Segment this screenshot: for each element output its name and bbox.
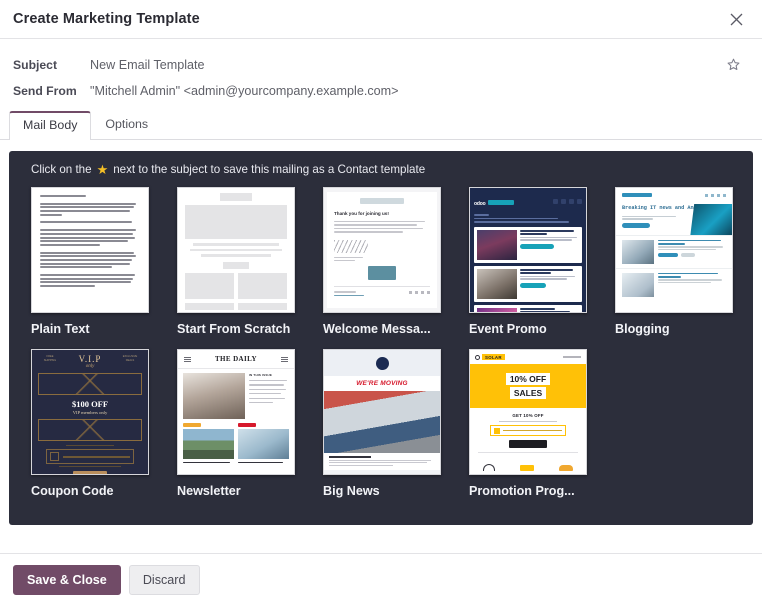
- template-label: Newsletter: [177, 484, 295, 498]
- template-label: Coupon Code: [31, 484, 149, 498]
- template-card-start-from-scratch[interactable]: Start From Scratch: [177, 187, 295, 349]
- favorite-hint: Click on the ★ next to the subject to sa…: [25, 163, 737, 176]
- template-thumbnail[interactable]: [177, 187, 295, 313]
- dialog-footer: Save & Close Discard: [0, 553, 762, 606]
- star-filled-icon: ★: [97, 163, 109, 176]
- template-card-coupon-code[interactable]: FREESHIPPING V.I.P only EXCLUSIVEDEALS $…: [31, 349, 149, 511]
- template-card-plain-text[interactable]: Plain Text: [31, 187, 149, 349]
- create-marketing-template-dialog: Create Marketing Template Subject New Em…: [0, 0, 762, 606]
- scratch-wireframe-preview: [178, 188, 294, 312]
- newsletter-preview: THE DAILY IN THIS ISSUE: [178, 350, 294, 474]
- subject-label: Subject: [13, 58, 81, 72]
- template-thumbnail[interactable]: SOLAR 10% OFF SALES GET 10% OFF: [469, 349, 587, 475]
- template-card-welcome-message[interactable]: Thank you for joining us!: [323, 187, 441, 349]
- template-label: Big News: [323, 484, 441, 498]
- subject-input[interactable]: New Email Template: [81, 58, 205, 72]
- template-label: Promotion Prog...: [469, 484, 587, 498]
- template-grid: Plain Text: [25, 187, 737, 511]
- template-picker: Click on the ★ next to the subject to sa…: [9, 151, 753, 525]
- discard-button[interactable]: Discard: [129, 565, 200, 595]
- template-card-newsletter[interactable]: THE DAILY IN THIS ISSUE: [177, 349, 295, 511]
- mail-body-panel: Click on the ★ next to the subject to sa…: [0, 140, 762, 553]
- tab-bar: Mail Body Options: [0, 110, 762, 140]
- tab-options[interactable]: Options: [91, 110, 162, 139]
- template-label: Blogging: [615, 322, 733, 336]
- welcome-logo: [360, 198, 404, 204]
- form-fields: Subject New Email Template Send From "Mi…: [0, 39, 762, 110]
- send-from-label: Send From: [13, 84, 81, 98]
- big-news-headline: WE'RE MOVING: [324, 376, 440, 391]
- hint-text-before: Click on the: [31, 163, 92, 176]
- blogging-preview: Breaking IT news and Analysis: [616, 188, 732, 312]
- newsletter-side-heading: IN THIS ISSUE: [249, 373, 289, 377]
- big-news-logo: [376, 357, 389, 370]
- welcome-heading: Thank you for joining us!: [334, 211, 430, 216]
- event-promo-preview: odoo: [470, 188, 586, 312]
- newsletter-title: THE DAILY: [215, 355, 257, 363]
- coupon-offer: $100 OFF: [38, 399, 142, 409]
- coupon-brand: V.I.P: [79, 355, 102, 364]
- tab-mail-body[interactable]: Mail Body: [9, 111, 91, 140]
- template-label: Event Promo: [469, 322, 587, 336]
- template-card-promotion-program[interactable]: SOLAR 10% OFF SALES GET 10% OFF: [469, 349, 587, 511]
- close-icon[interactable]: [724, 7, 748, 31]
- template-label: Plain Text: [31, 322, 149, 336]
- template-card-big-news[interactable]: WE'RE MOVING Big News: [323, 349, 441, 511]
- template-label: Welcome Messa...: [323, 322, 441, 336]
- promo-get-text: GET 10% OFF: [470, 413, 586, 418]
- big-news-preview: WE'RE MOVING: [324, 350, 440, 474]
- promo-offer-line2: SALES: [510, 387, 546, 399]
- dialog-title: Create Marketing Template: [13, 11, 200, 27]
- template-thumbnail[interactable]: Thank you for joining us!: [323, 187, 441, 313]
- welcome-message-preview: Thank you for joining us!: [324, 188, 440, 312]
- hint-text-after: next to the subject to save this mailing…: [113, 163, 425, 176]
- template-thumbnail[interactable]: WE'RE MOVING: [323, 349, 441, 475]
- template-thumbnail[interactable]: FREESHIPPING V.I.P only EXCLUSIVEDEALS $…: [31, 349, 149, 475]
- promotion-program-preview: SOLAR 10% OFF SALES GET 10% OFF: [470, 350, 586, 474]
- template-thumbnail[interactable]: [31, 187, 149, 313]
- send-from-row: Send From "Mitchell Admin" <admin@yourco…: [13, 78, 748, 104]
- blog-logo: [622, 193, 652, 197]
- save-and-close-button[interactable]: Save & Close: [13, 565, 121, 595]
- dialog-header: Create Marketing Template: [0, 0, 762, 39]
- send-from-input[interactable]: "Mitchell Admin" <admin@yourcompany.exam…: [81, 84, 398, 98]
- template-card-blogging[interactable]: Breaking IT news and Analysis: [615, 187, 733, 349]
- coupon-offer-sub: VIP members only: [38, 410, 142, 415]
- template-thumbnail[interactable]: odoo: [469, 187, 587, 313]
- promo-brand: SOLAR: [482, 354, 505, 360]
- subject-row: Subject New Email Template: [13, 52, 748, 78]
- promo-offer-line1: 10% OFF: [506, 373, 550, 385]
- template-thumbnail[interactable]: THE DAILY IN THIS ISSUE: [177, 349, 295, 475]
- coupon-code-preview: FREESHIPPING V.I.P only EXCLUSIVEDEALS $…: [32, 350, 148, 474]
- template-thumbnail[interactable]: Breaking IT news and Analysis: [615, 187, 733, 313]
- coupon-brand-sub: only: [79, 364, 102, 369]
- template-card-event-promo[interactable]: odoo: [469, 187, 587, 349]
- template-label: Start From Scratch: [177, 322, 295, 336]
- plain-text-preview: [32, 188, 148, 312]
- odoo-brand: odoo: [474, 201, 485, 207]
- star-outline-icon[interactable]: [724, 55, 742, 73]
